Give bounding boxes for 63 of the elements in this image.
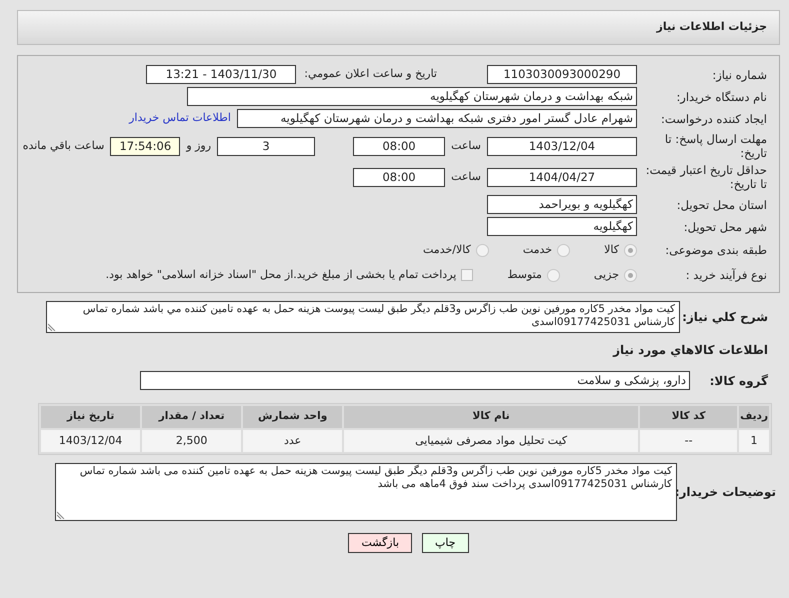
description-field: کیت مواد مخدر 5کاره مورفین نوین طب زاگرس و3قلم دیگر طبق لیست پیوست هزینه حمل به عهده تامین کننده مي باشد شماره تماس کارشناس 09177425031اسدی [46,301,680,333]
column-header: تعداد / مقدار [142,406,242,428]
column-header: ردیف [739,406,769,428]
value-field: 1103030093000290 [487,65,637,84]
remaining-label: ساعت باقي مانده [22,138,104,154]
resize-grip-icon[interactable] [57,511,65,519]
option-label: خدمت [522,242,552,258]
payment-note: پرداخت تمام یا بخشی از مبلغ خرید.از محل "اسناد خزانه اسلامی" خواهد بود. [106,266,456,283]
column-header: کد کالا [640,406,738,428]
time-label: ساعت [451,168,481,185]
value-field: 1403/12/04 [487,136,637,156]
page-title: جزئیات اطلاعات نیاز [656,19,767,36]
section-title: اطلاعات کالاهاي مورد نیاز [613,342,768,358]
radio-button[interactable] [546,268,560,282]
value-field: شبکه بهداشت و درمان شهرستان کهگیلویه [187,87,637,106]
option-label: کالا/خدمت [423,242,471,258]
table-cell: -- [640,430,738,452]
radio-button[interactable] [557,244,570,256]
value-field: کهگیلویه [487,217,637,236]
table-cell: 1403/12/04 [41,430,140,452]
field-label: نام دستگاه خریدار: [675,90,768,104]
field-label: استان محل تحویل: [676,198,768,212]
print-button[interactable]: چاپ [422,533,469,553]
column-header: تاریخ نیاز [41,406,140,428]
field-label: گروه کالا: [708,374,769,388]
column-header: واحد شمارش [243,406,342,428]
table-cell: 2,500 [142,430,242,452]
field-label: مهلت ارسال پاسخ: تا تاریخ: [664,132,768,160]
value-field: 3 [217,136,316,156]
time-label: ساعت [451,138,481,154]
countdown-field: 17:54:06 [110,136,180,156]
field-label: شهر محل تحویل: [682,220,768,234]
days-label: روز و [186,138,212,154]
field-label: حداقل تاریخ اعتبار قیمت: تا تاریخ: [644,163,768,191]
resize-grip-icon[interactable] [48,323,56,331]
value-field: 08:00 [353,136,446,156]
table-cell: عدد [243,430,342,452]
value-field: 08:00 [353,168,446,186]
contact-link[interactable]: اطلاعات تماس خریدار [129,110,231,127]
option-label: متوسط [507,266,542,283]
option-label: کالا [604,242,619,258]
field-label: طبقه بندی موضوعی: [664,243,768,257]
value-field: شهرام عادل گستر امور دفتری شبکه بهداشت و درمان شهرستان کهگیلویه [237,109,637,128]
field-label: شماره نیاز: [711,68,768,82]
back-button[interactable]: بازگشت [348,533,412,553]
value-field: 1403/11/30 - 13:21 [146,65,296,84]
checkbox[interactable] [461,269,474,281]
table-cell: کیت تحلیل مواد مصرفی شیمیایی [344,430,638,452]
option-label: جزیی [594,266,619,283]
value-field: کهگیلویه و بویراحمد [487,195,637,214]
value-field: دارو، پزشکی و سلامت [140,371,690,390]
field-label: نوع فرآیند خرید : [684,268,768,282]
radio-button[interactable] [476,244,489,256]
table-cell: 1 [739,430,769,452]
column-header: نام کالا [344,406,638,428]
radio-button[interactable] [624,244,637,256]
field-label: شرح کلي نیاز: [681,310,769,324]
field-label: ایجاد کننده درخواست: [660,112,768,126]
notes-field: کیت مواد مخدر 5کاره مورفین نوین طب زاگرس و3قلم دیگر طبق لیست پیوست هزینه حمل به عهده تامین کننده می باشد شماره تماس کارشناس 09177425031اسدی پرداخت سند فوق 4ماهه می باشد [55,463,677,521]
field-label: توضیحات خریدار: [677,485,777,499]
value-field: 1404/04/27 [487,168,637,186]
field-label: تاریخ و ساعت اعلان عمومي: [304,66,437,82]
radio-button[interactable] [624,268,637,282]
